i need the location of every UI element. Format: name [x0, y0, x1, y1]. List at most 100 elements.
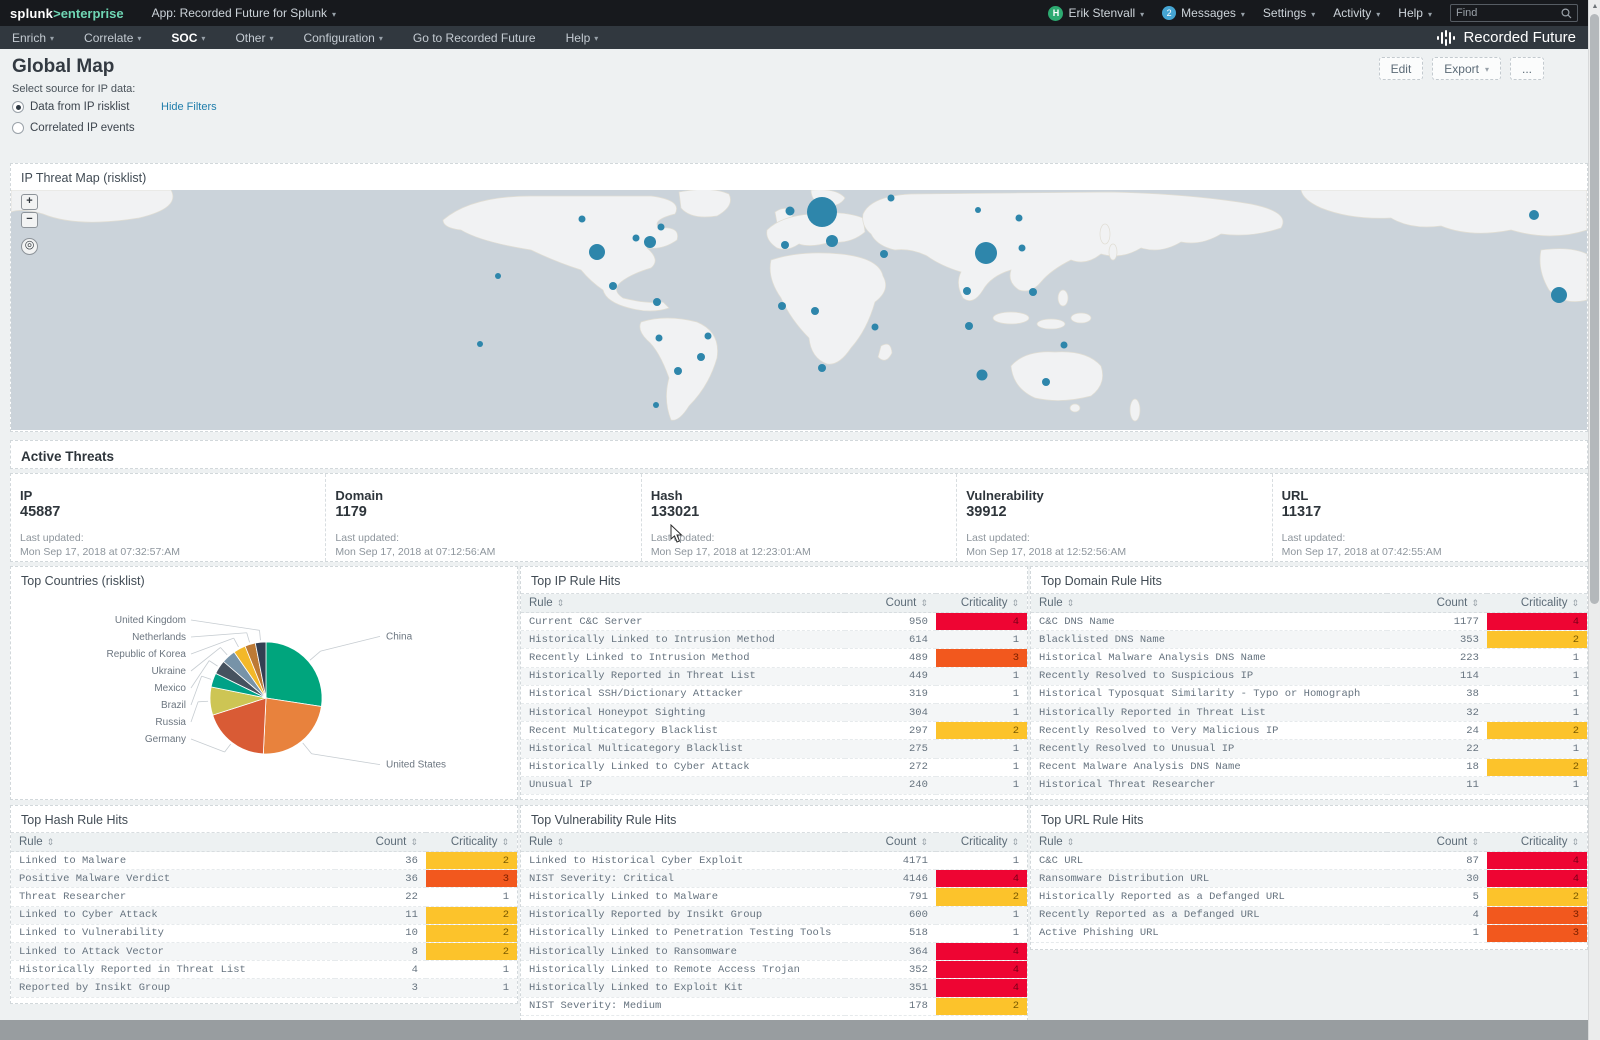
threat-bubble[interactable]	[781, 241, 789, 249]
table-row: Recent Multicategory Blacklist2972	[521, 722, 1027, 740]
column-header-rule[interactable]: Rule⇕	[521, 833, 845, 852]
activity-menu[interactable]: Activity ▾	[1333, 6, 1380, 20]
sort-icon: ⇕	[557, 599, 565, 609]
threat-bubble[interactable]	[1551, 287, 1567, 303]
map-recenter-button[interactable]: ◎	[21, 238, 38, 255]
column-header-count[interactable]: Count⇕	[1387, 833, 1487, 852]
threat-bubble[interactable]	[653, 298, 661, 306]
threat-bubble[interactable]	[1529, 210, 1539, 220]
column-header-rule[interactable]: Rule⇕	[521, 594, 845, 613]
splunk-logo[interactable]: splunk>enterprise	[10, 6, 124, 21]
threat-bubble[interactable]	[975, 242, 997, 264]
nav-item-other[interactable]: Other▾	[235, 31, 273, 45]
threat-bubble[interactable]	[1061, 342, 1068, 349]
radio-correlated-ip-events[interactable]: Correlated IP events	[12, 122, 135, 134]
threat-bubble[interactable]	[579, 216, 586, 223]
threat-bubble[interactable]	[880, 250, 888, 258]
column-header-count[interactable]: Count⇕	[845, 594, 936, 613]
column-header-criticality[interactable]: Criticality⇕	[1487, 594, 1587, 613]
threat-bubble[interactable]	[963, 287, 971, 295]
column-header-rule[interactable]: Rule⇕	[1031, 594, 1387, 613]
top-domain-rule-hits-title: Top Domain Rule Hits	[1031, 567, 1587, 593]
help-menu[interactable]: Help ▾	[1398, 6, 1432, 20]
table-row: Historical Malware Analysis DNS Name2231	[1031, 649, 1587, 667]
threat-bubble[interactable]	[1016, 215, 1023, 222]
threat-bubble[interactable]	[818, 364, 826, 372]
column-header-count[interactable]: Count⇕	[845, 833, 936, 852]
threat-bubble[interactable]	[1029, 288, 1037, 296]
threat-bubble[interactable]	[653, 402, 659, 408]
column-header-criticality[interactable]: Criticality⇕	[936, 594, 1027, 613]
settings-menu[interactable]: Settings ▾	[1263, 6, 1315, 20]
bottom-strip	[0, 1020, 1600, 1040]
threat-bubble[interactable]	[589, 244, 605, 260]
user-menu[interactable]: H Erik Stenvall ▾	[1048, 6, 1144, 21]
threat-bubble[interactable]	[975, 207, 981, 213]
criticality-cell: 3	[426, 870, 517, 888]
threat-bubble[interactable]	[705, 333, 712, 340]
threat-bubble[interactable]	[495, 273, 501, 279]
threat-bubble[interactable]	[786, 207, 795, 216]
threat-bubble[interactable]	[888, 195, 895, 202]
threat-bubble[interactable]	[477, 341, 483, 347]
hide-filters-link[interactable]: Hide Filters	[161, 101, 217, 113]
threat-bubble[interactable]	[633, 235, 640, 242]
map-zoom-in-button[interactable]: +	[21, 194, 38, 210]
threat-bubble[interactable]	[697, 353, 705, 361]
count-cell: 10	[335, 924, 426, 942]
threat-bubble[interactable]	[826, 235, 838, 247]
threat-bubble[interactable]	[811, 307, 819, 315]
nav-item-configuration[interactable]: Configuration▾	[303, 31, 382, 45]
app-menu[interactable]: App: Recorded Future for Splunk ▾	[152, 6, 336, 20]
rule-cell: Linked to Historical Cyber Exploit	[521, 852, 845, 870]
count-cell: 950	[845, 613, 936, 631]
threat-bubble[interactable]	[977, 370, 988, 381]
column-header-rule[interactable]: Rule⇕	[11, 833, 335, 852]
app-nav-bar: Enrich▾ Correlate▾ SOC▾ Other▾ Configura…	[0, 26, 1588, 49]
pie-slice-united-states[interactable]	[263, 698, 321, 754]
threat-bubble[interactable]	[644, 236, 656, 248]
threat-bubble[interactable]	[658, 224, 665, 231]
threat-bubble[interactable]	[609, 282, 617, 290]
kpi-ip: IP 45887 Last updated: Mon Sep 17, 2018 …	[11, 474, 325, 561]
column-header-criticality[interactable]: Criticality⇕	[936, 833, 1027, 852]
count-cell: 36	[335, 852, 426, 870]
threat-bubble[interactable]	[674, 367, 682, 375]
radio-data-from-ip-risklist[interactable]: Data from IP risklist	[12, 101, 129, 113]
column-header-count[interactable]: Count⇕	[335, 833, 426, 852]
pie-slice-china[interactable]	[266, 642, 322, 707]
threat-bubble[interactable]	[807, 197, 837, 227]
pie-label-leader-line	[303, 743, 312, 754]
nav-item-enrich[interactable]: Enrich▾	[12, 31, 54, 45]
criticality-cell: 1	[936, 906, 1027, 924]
nav-item-soc[interactable]: SOC▾	[171, 31, 205, 45]
export-button[interactable]: Export ▾	[1432, 57, 1501, 80]
scrollbar-up-arrow[interactable]: ▲	[1589, 0, 1600, 13]
threat-bubble[interactable]	[656, 335, 663, 342]
threat-bubble[interactable]	[778, 302, 786, 310]
nav-item-go-to-recorded-future[interactable]: Go to Recorded Future	[413, 31, 536, 45]
scrollbar-thumb[interactable]	[1590, 14, 1599, 604]
column-header-count[interactable]: Count⇕	[1387, 594, 1487, 613]
table-row: Historically Reported in Threat List41	[11, 961, 517, 979]
threat-bubble[interactable]	[1042, 378, 1050, 386]
more-actions-button[interactable]: ...	[1510, 57, 1544, 80]
threat-bubble[interactable]	[1019, 245, 1026, 252]
map-zoom-out-button[interactable]: −	[21, 212, 38, 228]
nav-item-correlate[interactable]: Correlate▾	[84, 31, 141, 45]
criticality-cell: 1	[426, 961, 517, 979]
count-cell: 5	[1387, 888, 1487, 906]
top-countries-pie-chart[interactable]: United KingdomNetherlandsRepublic of Kor…	[11, 593, 517, 793]
column-header-criticality[interactable]: Criticality⇕	[426, 833, 517, 852]
threat-bubble[interactable]	[872, 324, 879, 331]
edit-button[interactable]: Edit	[1379, 57, 1424, 80]
threat-bubble[interactable]	[965, 322, 973, 330]
messages-menu[interactable]: 2 Messages ▾	[1162, 6, 1245, 20]
nav-item-help[interactable]: Help▾	[566, 31, 599, 45]
column-header-rule[interactable]: Rule⇕	[1031, 833, 1387, 852]
world-map[interactable]	[11, 190, 1587, 430]
criticality-cell: 1	[1487, 703, 1587, 721]
find-input[interactable]: Find	[1450, 4, 1578, 22]
vertical-scrollbar[interactable]: ▲	[1588, 0, 1600, 1040]
column-header-criticality[interactable]: Criticality⇕	[1487, 833, 1587, 852]
